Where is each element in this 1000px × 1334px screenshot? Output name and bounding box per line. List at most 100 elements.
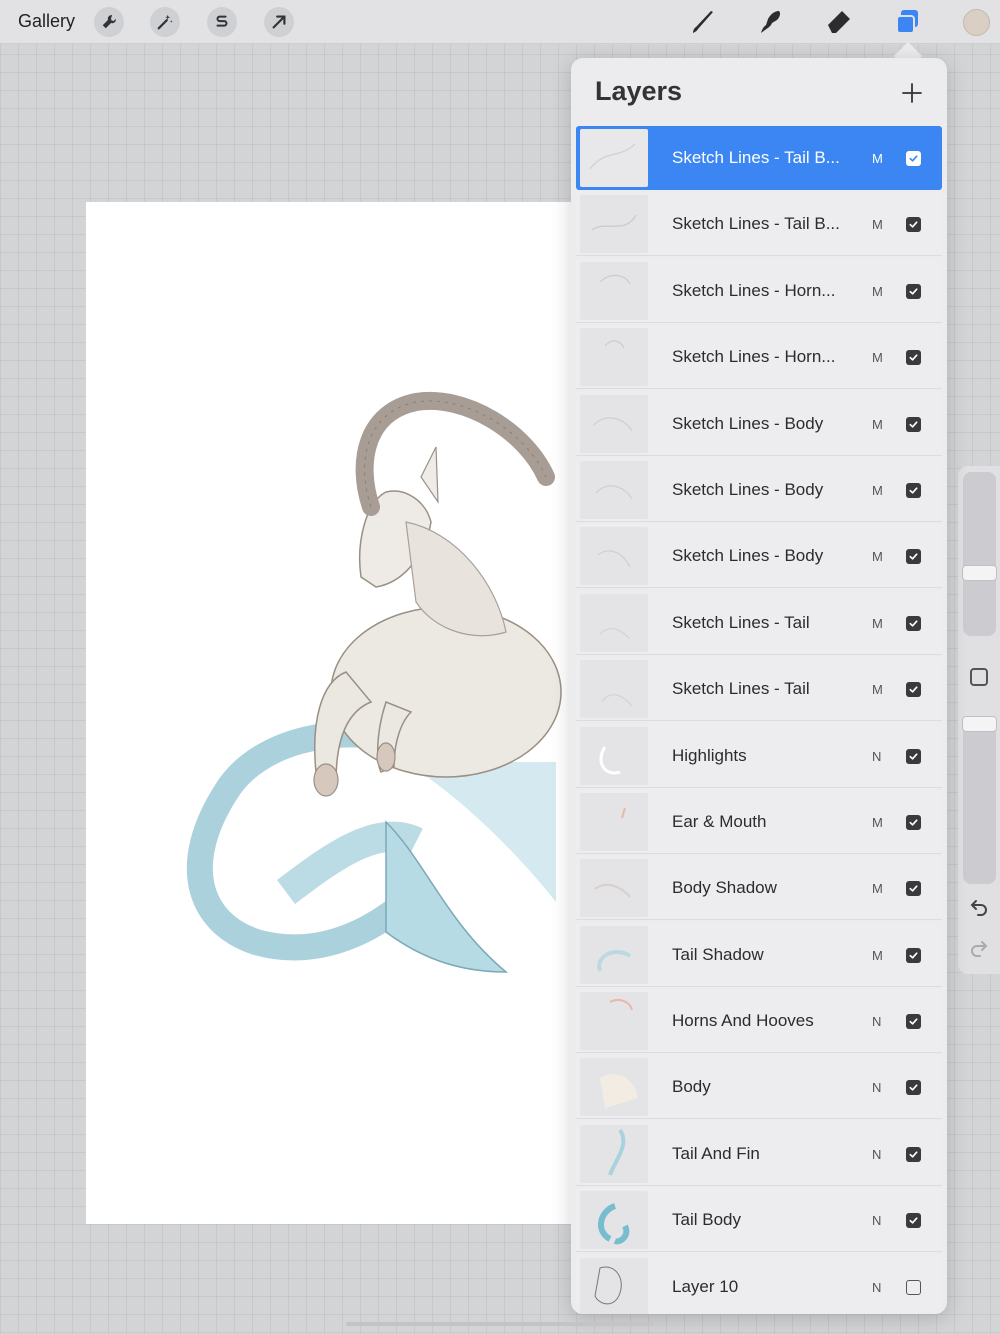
layer-blend-mode[interactable]: M xyxy=(872,483,883,498)
layer-blend-mode[interactable]: N xyxy=(872,1213,881,1228)
color-picker-swatch[interactable] xyxy=(963,9,990,36)
transform-arrow-icon[interactable] xyxy=(264,7,294,37)
layer-row[interactable]: Sketch Lines - Body M xyxy=(576,524,942,589)
layer-name: Tail Body xyxy=(672,1210,741,1230)
layer-visibility-checkbox[interactable] xyxy=(906,549,921,565)
layer-row[interactable]: Sketch Lines - Body M xyxy=(576,391,942,456)
layer-visibility-checkbox[interactable] xyxy=(906,1279,921,1295)
square-modify-icon[interactable] xyxy=(970,668,988,686)
layer-visibility-checkbox[interactable] xyxy=(906,814,921,830)
smudge-icon[interactable] xyxy=(757,8,785,36)
brush-icon[interactable] xyxy=(690,8,718,36)
selection-s-icon[interactable] xyxy=(207,7,237,37)
layer-name: Sketch Lines - Body xyxy=(672,546,824,566)
undo-icon[interactable] xyxy=(968,896,990,918)
layer-thumbnail[interactable] xyxy=(580,992,648,1051)
layer-row[interactable]: Horns And Hooves N xyxy=(576,989,942,1054)
layer-blend-mode[interactable]: M xyxy=(872,217,883,232)
layer-row[interactable]: Sketch Lines - Tail M xyxy=(576,590,942,655)
layer-name: Sketch Lines - Tail B... xyxy=(672,214,840,234)
opacity-slider[interactable] xyxy=(963,716,996,884)
layer-blend-mode[interactable]: M xyxy=(872,151,883,166)
layer-row[interactable]: Sketch Lines - Tail M xyxy=(576,657,942,722)
layer-thumbnail[interactable] xyxy=(580,1257,648,1314)
layer-blend-mode[interactable]: M xyxy=(872,616,883,631)
layer-row[interactable]: Tail Shadow M xyxy=(576,922,942,987)
layer-blend-mode[interactable]: M xyxy=(872,549,883,564)
layers-icon[interactable] xyxy=(894,8,922,36)
layer-name: Sketch Lines - Tail xyxy=(672,679,810,699)
layer-visibility-checkbox[interactable] xyxy=(906,881,921,897)
layer-visibility-checkbox[interactable] xyxy=(906,748,921,764)
layer-blend-mode[interactable]: N xyxy=(872,1080,881,1095)
eraser-icon[interactable] xyxy=(825,8,853,36)
layer-row[interactable]: Highlights N xyxy=(576,723,942,788)
layer-row[interactable]: Ear & Mouth M xyxy=(576,789,942,854)
brush-size-slider[interactable] xyxy=(963,472,996,636)
layer-name: Sketch Lines - Tail B... xyxy=(672,148,840,167)
layer-visibility-checkbox[interactable] xyxy=(906,283,921,299)
layer-name: Tail Shadow xyxy=(672,944,764,964)
layer-thumbnail[interactable] xyxy=(580,726,648,785)
layer-blend-mode[interactable]: M xyxy=(872,815,883,830)
layer-visibility-checkbox[interactable] xyxy=(906,217,921,233)
layer-row[interactable]: Tail And Fin N xyxy=(576,1121,942,1186)
layer-visibility-checkbox[interactable] xyxy=(906,682,921,698)
layer-thumbnail[interactable] xyxy=(580,792,648,851)
drawing-canvas[interactable] xyxy=(86,202,586,1224)
redo-icon[interactable] xyxy=(968,937,990,959)
layer-row[interactable]: Body Shadow M xyxy=(576,856,942,921)
layer-visibility-checkbox[interactable] xyxy=(906,1146,921,1162)
layer-blend-mode[interactable]: M xyxy=(872,881,883,896)
layer-visibility-checkbox[interactable] xyxy=(906,1213,921,1229)
layer-blend-mode[interactable]: M xyxy=(872,682,883,697)
layer-thumbnail[interactable] xyxy=(580,1191,648,1250)
layer-thumbnail[interactable] xyxy=(580,460,648,519)
layer-visibility-checkbox[interactable] xyxy=(906,947,921,963)
layer-blend-mode[interactable]: M xyxy=(872,417,883,432)
layer-blend-mode[interactable]: N xyxy=(872,1147,881,1162)
layer-visibility-checkbox[interactable] xyxy=(906,151,921,166)
wrench-icon[interactable] xyxy=(94,7,124,37)
layer-thumbnail[interactable] xyxy=(580,527,648,586)
layer-blend-mode[interactable]: M xyxy=(872,284,883,299)
layer-row[interactable]: Body N xyxy=(576,1055,942,1120)
layer-row[interactable]: Sketch Lines - Tail B... M xyxy=(576,126,942,190)
layer-thumbnail[interactable] xyxy=(580,394,648,453)
layer-thumbnail[interactable] xyxy=(580,1058,648,1117)
layer-visibility-checkbox[interactable] xyxy=(906,615,921,631)
layer-row[interactable]: Sketch Lines - Horn... M xyxy=(576,258,942,323)
magic-wand-icon[interactable] xyxy=(150,7,180,37)
layer-blend-mode[interactable]: M xyxy=(872,350,883,365)
layer-visibility-checkbox[interactable] xyxy=(906,1080,921,1096)
layer-visibility-checkbox[interactable] xyxy=(906,416,921,432)
layer-thumbnail[interactable] xyxy=(580,195,648,254)
layer-row[interactable]: Sketch Lines - Tail B... M xyxy=(576,192,942,257)
layer-row[interactable]: Layer 10 N xyxy=(576,1254,942,1314)
layer-blend-mode[interactable]: N xyxy=(872,1280,881,1295)
layer-row[interactable]: Tail Body N xyxy=(576,1188,942,1253)
layer-visibility-checkbox[interactable] xyxy=(906,1014,921,1030)
gallery-button[interactable]: Gallery xyxy=(18,11,75,32)
layers-panel: Layers Sketch Lines - Tail B... M Sketch L… xyxy=(571,58,947,1314)
layer-thumbnail[interactable] xyxy=(580,328,648,387)
opacity-thumb[interactable] xyxy=(962,716,997,732)
layer-thumbnail[interactable] xyxy=(580,925,648,984)
brush-size-thumb[interactable] xyxy=(962,565,997,581)
layer-thumbnail[interactable] xyxy=(580,261,648,320)
plus-icon[interactable] xyxy=(901,82,923,104)
layer-thumbnail[interactable] xyxy=(580,1124,648,1183)
layer-row[interactable]: Sketch Lines - Body M xyxy=(576,457,942,522)
layer-thumbnail[interactable] xyxy=(580,660,648,719)
layer-visibility-checkbox[interactable] xyxy=(906,350,921,366)
layer-thumbnail[interactable] xyxy=(580,593,648,652)
layer-thumbnail[interactable] xyxy=(580,129,648,187)
layer-blend-mode[interactable]: N xyxy=(872,1014,881,1029)
layer-row[interactable]: Sketch Lines - Horn... M xyxy=(576,325,942,390)
layer-visibility-checkbox[interactable] xyxy=(906,482,921,498)
layer-blend-mode[interactable]: M xyxy=(872,948,883,963)
home-indicator[interactable] xyxy=(346,1322,654,1326)
layer-thumbnail[interactable] xyxy=(580,859,648,918)
layer-blend-mode[interactable]: N xyxy=(872,749,881,764)
layer-list: Sketch Lines - Tail B... M Sketch Lines - … xyxy=(576,126,942,1314)
